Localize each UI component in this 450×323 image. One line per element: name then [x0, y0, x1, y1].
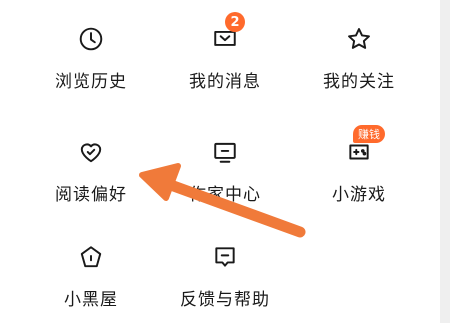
menu-item-reading-preference[interactable]: 阅读偏好	[21, 138, 161, 218]
monitor-icon	[211, 138, 239, 166]
menu-item-label: 小游戏	[332, 185, 386, 205]
unread-count-badge: 2	[225, 12, 245, 32]
clock-icon	[77, 25, 105, 53]
feedback-icon	[211, 243, 239, 271]
menu-item-author-center[interactable]: 作家中心	[155, 138, 295, 218]
menu-item-label: 阅读偏好	[55, 185, 127, 205]
menu-item-label: 反馈与帮助	[180, 290, 270, 310]
menu-item-following[interactable]: 我的关注	[289, 25, 429, 105]
earn-money-badge: 赚钱	[353, 125, 385, 143]
menu-item-history[interactable]: 浏览历史	[21, 25, 161, 105]
menu-item-mini-games[interactable]: 赚钱 小游戏	[289, 125, 429, 218]
menu-item-feedback-help[interactable]: 反馈与帮助	[155, 243, 295, 323]
panel-edge	[440, 0, 450, 323]
menu-item-label: 我的消息	[189, 72, 261, 92]
menu-item-label: 浏览历史	[55, 72, 127, 92]
gamepad-icon: 赚钱	[345, 125, 385, 166]
menu-item-label: 作家中心	[189, 185, 261, 205]
message-icon: 2	[211, 12, 245, 53]
heart-icon	[77, 138, 105, 166]
menu-item-blackhouse[interactable]: 小黑屋	[21, 243, 161, 323]
star-icon	[345, 25, 373, 53]
menu-item-messages[interactable]: 2 我的消息	[155, 12, 295, 105]
pentagon-icon	[77, 243, 105, 271]
menu-item-label: 我的关注	[323, 72, 395, 92]
menu-item-label: 小黑屋	[64, 290, 118, 310]
